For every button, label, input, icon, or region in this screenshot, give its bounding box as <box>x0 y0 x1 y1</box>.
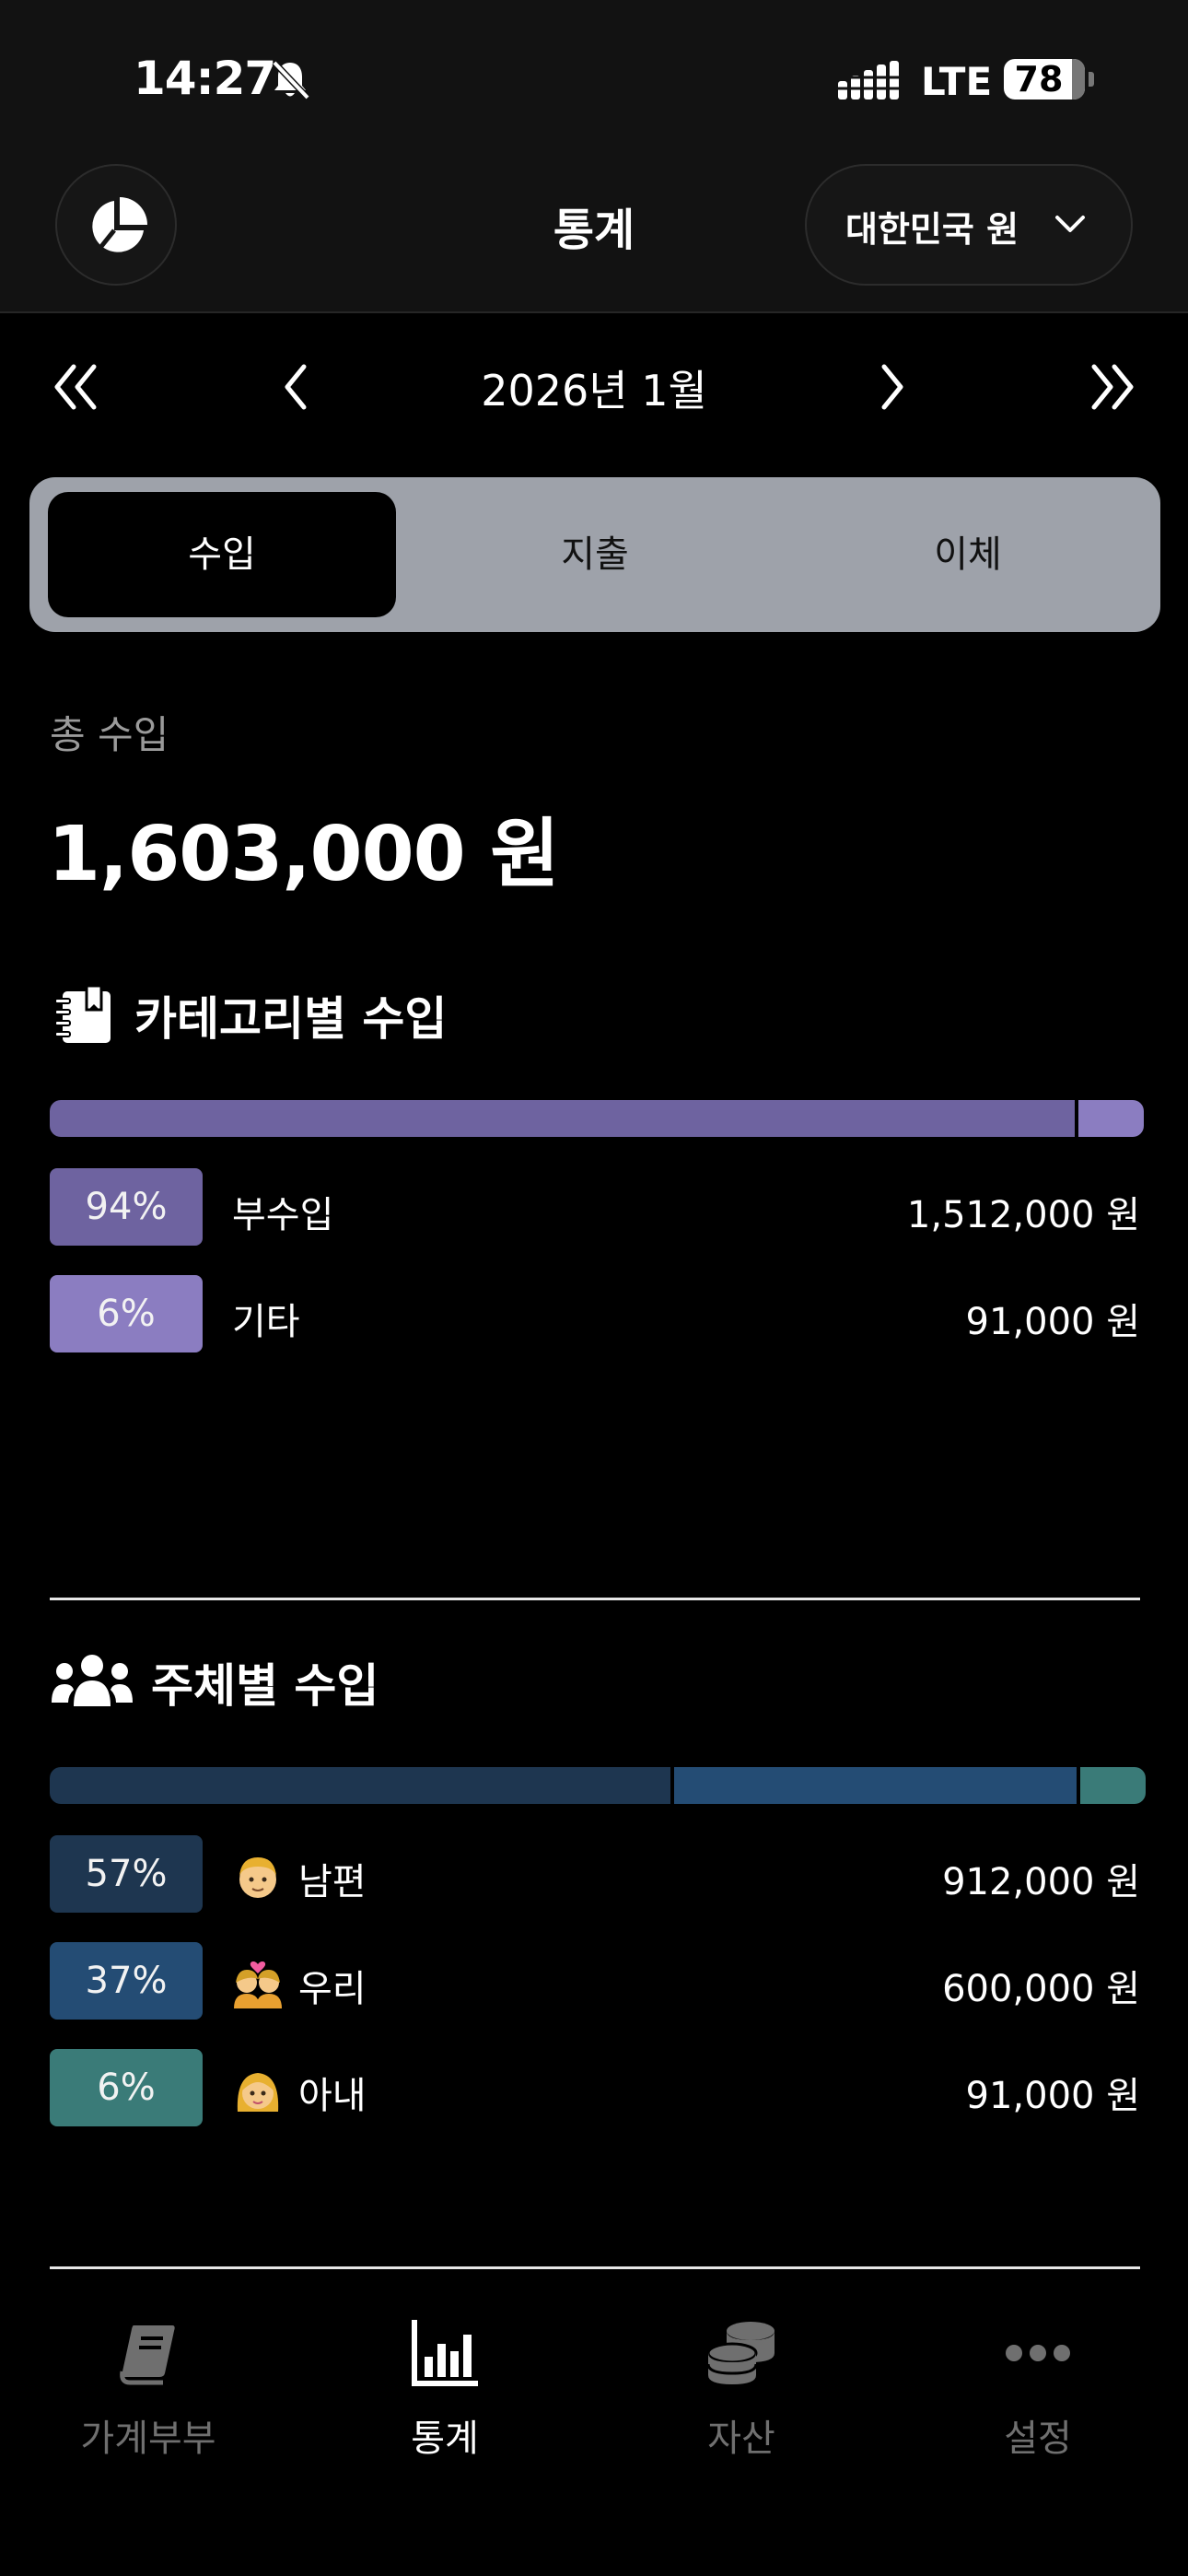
person-row[interactable]: 37% 우리 600,000 원 <box>50 1942 1140 2020</box>
tab-settings[interactable]: 설정 <box>923 2316 1153 2482</box>
bar-chart-icon <box>412 2320 478 2386</box>
tab-settings-label: 설정 <box>1004 2418 1072 2460</box>
month-navigation: 2026년 1월 <box>0 341 1188 433</box>
chevron-right-icon[interactable] <box>862 357 921 416</box>
person-percent-badge: 37% <box>50 1942 203 2020</box>
category-name: 부수입 <box>232 1194 334 1236</box>
person-row[interactable]: 6% 아내 91,000 원 <box>50 2049 1140 2126</box>
currency-label: 대한민국 원 <box>845 209 1019 250</box>
tab-transfer[interactable]: 이체 <box>794 492 1142 617</box>
person-percent-badge: 57% <box>50 1835 203 1913</box>
section-divider <box>50 2266 1140 2269</box>
person-share-bar <box>50 1767 1146 1804</box>
tab-ledger[interactable]: 가계부부 <box>33 2316 263 2482</box>
woman-emoji-icon <box>237 2073 279 2112</box>
person-amount: 91,000 원 <box>965 2075 1140 2117</box>
battery-tip <box>1089 72 1094 87</box>
status-time: 14:27 <box>134 52 276 105</box>
category-row[interactable]: 94% 부수입 1,512,000 원 <box>50 1168 1140 1246</box>
total-value: 1,603,000 원 <box>48 811 560 898</box>
book-icon <box>120 2325 175 2385</box>
cellular-signal-icon <box>838 61 899 100</box>
category-amount: 91,000 원 <box>965 1301 1140 1343</box>
couple-emoji-icon <box>234 1961 282 2008</box>
notebook-icon <box>54 984 111 1043</box>
person-row[interactable]: 57% 남편 912,000 원 <box>50 1835 1140 1913</box>
person-name: 우리 <box>298 1968 367 2010</box>
current-month[interactable]: 2026년 1월 <box>0 357 1188 418</box>
top-header: 통계 대한민국 원 <box>0 157 1188 313</box>
double-chevron-right-icon[interactable] <box>1083 357 1142 416</box>
category-amount: 1,512,000 원 <box>906 1194 1140 1236</box>
person-amount: 600,000 원 <box>942 1968 1140 2010</box>
bottom-tab-bar: 가계부부 통계 자산 설정 <box>0 2270 1188 2576</box>
category-bar-segment <box>1077 1100 1144 1137</box>
transaction-type-tabs: 수입 지출 이체 <box>29 477 1160 632</box>
currency-selector[interactable]: 대한민국 원 <box>805 164 1133 286</box>
category-bar-segment <box>50 1100 1078 1137</box>
chevron-down-icon <box>1055 216 1085 232</box>
tab-assets-label: 자산 <box>707 2418 775 2460</box>
category-percent-badge: 6% <box>50 1275 203 1352</box>
category-share-bar <box>50 1100 1144 1137</box>
person-amount: 912,000 원 <box>942 1861 1140 1903</box>
battery-indicator: 78 <box>1004 59 1085 100</box>
silent-bell-icon <box>272 60 310 100</box>
total-label: 총 수입 <box>50 712 169 757</box>
person-bar-segment <box>1079 1767 1146 1804</box>
man-emoji-icon <box>239 1857 276 1898</box>
more-icon <box>1006 2345 1070 2361</box>
tab-income[interactable]: 수입 <box>48 492 396 617</box>
person-bar-segment <box>50 1767 675 1804</box>
tab-statistics-label: 통계 <box>411 2418 479 2460</box>
users-icon <box>52 1655 133 1706</box>
tab-assets[interactable]: 자산 <box>626 2316 856 2482</box>
person-name: 아내 <box>298 2075 367 2117</box>
person-bar-segment <box>674 1767 1080 1804</box>
tab-ledger-label: 가계부부 <box>80 2418 216 2460</box>
person-name: 남편 <box>298 1861 367 1903</box>
tab-expense[interactable]: 지출 <box>421 492 769 617</box>
category-name: 기타 <box>232 1301 300 1343</box>
tab-statistics[interactable]: 통계 <box>330 2316 560 2482</box>
category-row[interactable]: 6% 기타 91,000 원 <box>50 1275 1140 1352</box>
category-percent-badge: 94% <box>50 1168 203 1246</box>
person-percent-badge: 6% <box>50 2049 203 2126</box>
status-bar: 14:27 LTE 78 <box>0 0 1188 157</box>
person-section-title: 주체별 수입 <box>151 1659 379 1713</box>
coins-icon <box>706 2322 775 2384</box>
battery-level: 78 <box>1014 59 1064 100</box>
section-divider <box>50 1598 1140 1600</box>
category-section-title: 카테고리별 수입 <box>134 992 448 1046</box>
network-type: LTE <box>921 59 993 104</box>
statistics-screen: 14:27 LTE 78 통계 대한민국 원 2026년 1월 수입 지출 이체… <box>0 0 1188 2576</box>
